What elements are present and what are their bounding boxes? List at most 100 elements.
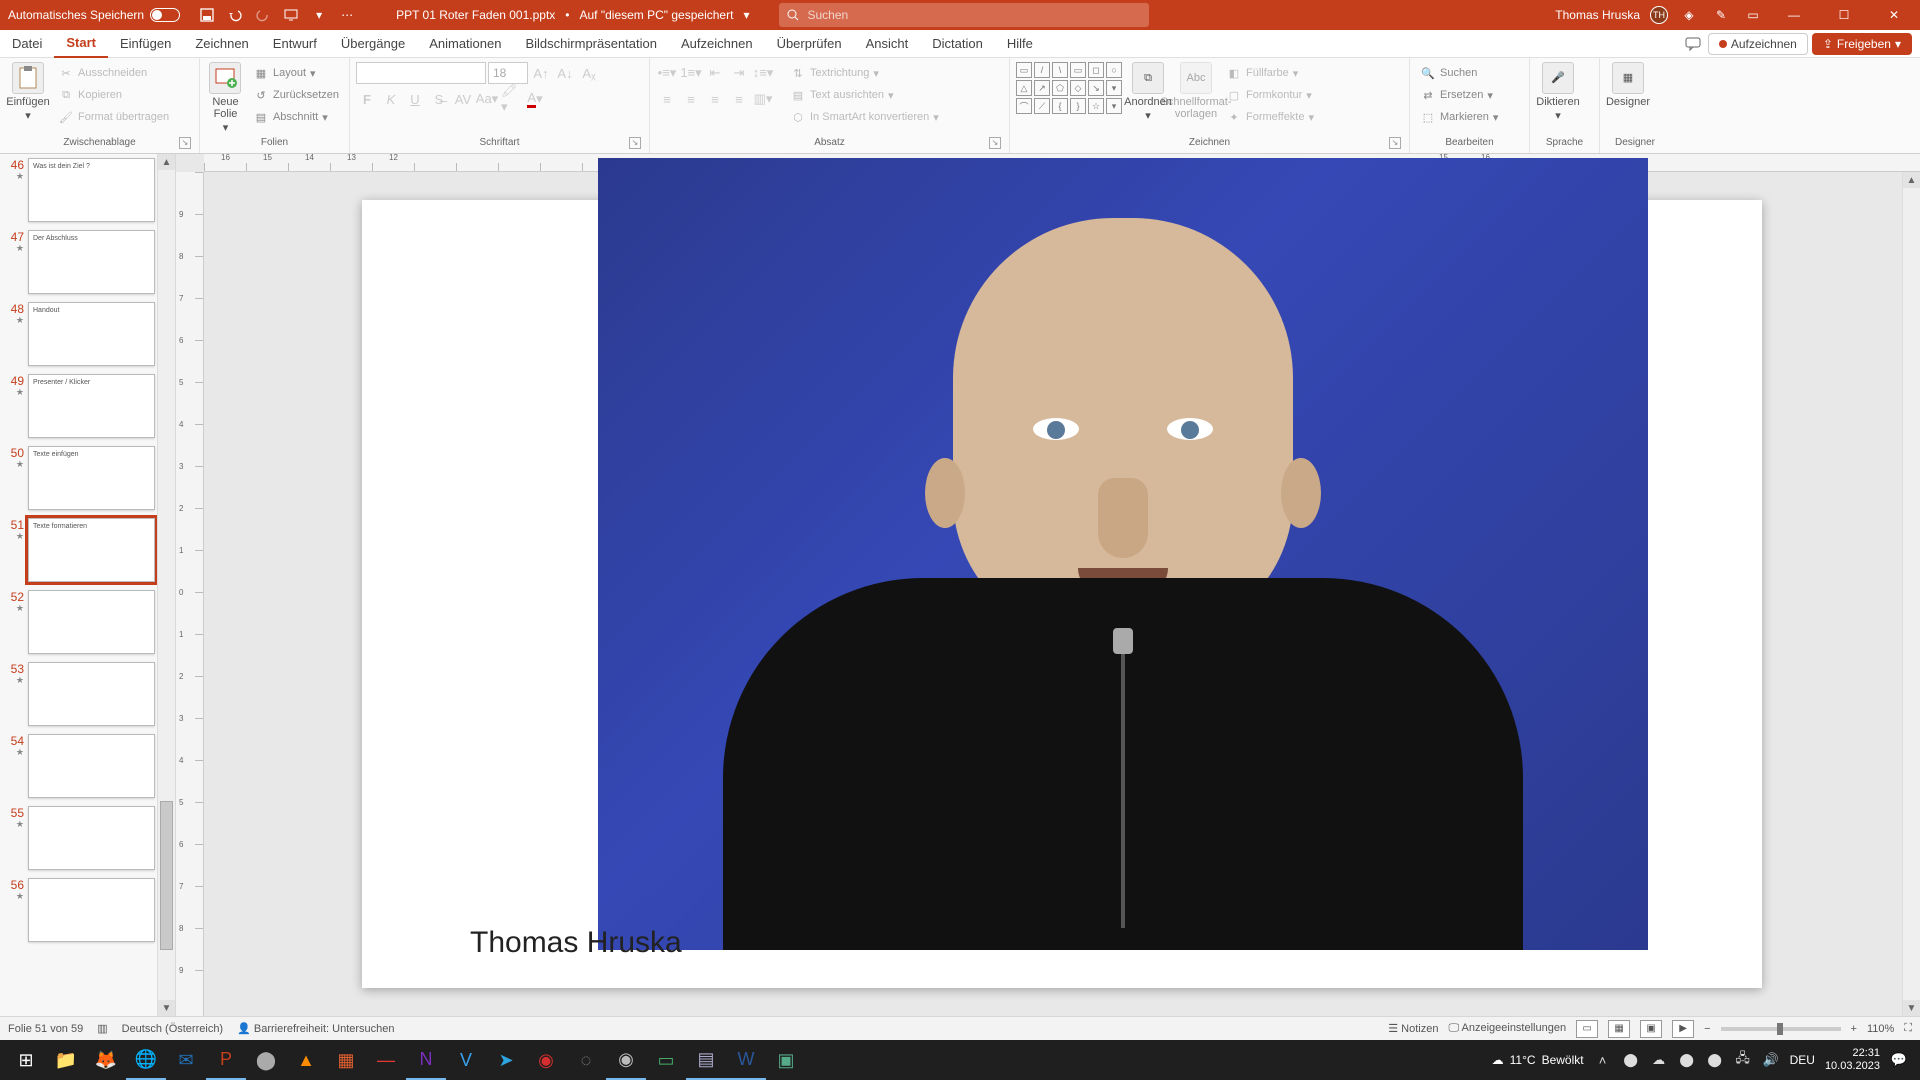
- outline-button[interactable]: ▢Formkontur ▾: [1222, 84, 1318, 106]
- zoom-in-icon[interactable]: +: [1851, 1023, 1857, 1035]
- tab-zeichnen[interactable]: Zeichnen: [183, 30, 260, 58]
- explorer-icon[interactable]: 📁: [46, 1040, 86, 1080]
- tray-icon[interactable]: ⬤: [1706, 1051, 1724, 1069]
- vlc-icon[interactable]: ▲: [286, 1040, 326, 1080]
- word-icon[interactable]: W: [726, 1040, 766, 1080]
- find-button[interactable]: 🔍Suchen: [1416, 62, 1502, 84]
- app-icon[interactable]: V: [446, 1040, 486, 1080]
- app-icon[interactable]: ▭: [646, 1040, 686, 1080]
- reading-view-icon[interactable]: ▣: [1640, 1020, 1662, 1038]
- tab-aufzeichnen[interactable]: Aufzeichnen: [669, 30, 765, 58]
- redo-icon[interactable]: [252, 4, 274, 26]
- scroll-down-icon[interactable]: ▼: [1903, 1000, 1920, 1016]
- slideshow-view-icon[interactable]: ▶: [1672, 1020, 1694, 1038]
- cut-button[interactable]: ✂Ausschneiden: [54, 62, 173, 84]
- comments-icon[interactable]: [1682, 33, 1704, 55]
- diamond-icon[interactable]: ◈: [1678, 4, 1700, 26]
- qat-customize-icon[interactable]: ⋯: [336, 4, 358, 26]
- bullets-icon[interactable]: •≡▾: [656, 62, 678, 84]
- slide[interactable]: Thomas Hruska: [362, 200, 1762, 988]
- format-painter-button[interactable]: 🖌Format übertragen: [54, 106, 173, 128]
- normal-view-icon[interactable]: ▭: [1576, 1020, 1598, 1038]
- zoom-out-icon[interactable]: −: [1704, 1023, 1710, 1035]
- shapes-gallery[interactable]: ▭/\▭◻○ △↗⬠◇↘▾ ⌒⟋{}☆▾: [1016, 62, 1122, 114]
- save-icon[interactable]: [196, 4, 218, 26]
- clock[interactable]: 22:3110.03.2023: [1825, 1047, 1880, 1073]
- record-button[interactable]: Aufzeichnen: [1708, 33, 1808, 55]
- indent-dec-icon[interactable]: ⇤: [704, 62, 726, 84]
- effects-button[interactable]: ✦Formeffekte ▾: [1222, 106, 1318, 128]
- window-layout-icon[interactable]: ▭: [1742, 4, 1764, 26]
- new-slide-button[interactable]: Neue Folie▾: [206, 62, 245, 134]
- thumb-slide-48[interactable]: 48★Handout: [0, 298, 175, 370]
- clear-format-icon[interactable]: Aᵪ: [578, 62, 600, 84]
- thumb-slide-50[interactable]: 50★Texte einfügen: [0, 442, 175, 514]
- scroll-down-icon[interactable]: ▼: [158, 1000, 175, 1016]
- smartart-button[interactable]: ⬡In SmartArt konvertieren ▾: [786, 106, 943, 128]
- font-family-input[interactable]: [356, 62, 486, 84]
- app-icon[interactable]: ◉: [526, 1040, 566, 1080]
- zoom-slider[interactable]: [1721, 1027, 1841, 1031]
- grow-font-icon[interactable]: A↑: [530, 62, 552, 84]
- onenote-icon[interactable]: N: [406, 1040, 446, 1080]
- bold-icon[interactable]: F: [356, 88, 378, 110]
- columns-icon[interactable]: ▥▾: [752, 88, 774, 110]
- sorter-view-icon[interactable]: ▦: [1608, 1020, 1630, 1038]
- fill-button[interactable]: ◧Füllfarbe ▾: [1222, 62, 1318, 84]
- reset-button[interactable]: ↺Zurücksetzen: [249, 84, 343, 106]
- app-icon[interactable]: —: [366, 1040, 406, 1080]
- undo-icon[interactable]: [224, 4, 246, 26]
- dialog-launcher-icon[interactable]: ↘: [1389, 137, 1401, 149]
- thumb-slide-51[interactable]: 51★Texte formatieren: [0, 514, 175, 586]
- zoom-value[interactable]: 110%: [1867, 1023, 1894, 1035]
- chrome-icon[interactable]: 🌐: [126, 1040, 166, 1080]
- start-button[interactable]: ⊞: [6, 1040, 46, 1080]
- user-name[interactable]: Thomas Hruska: [1555, 8, 1640, 22]
- thumb-slide-56[interactable]: 56★: [0, 874, 175, 946]
- thumb-slide-49[interactable]: 49★Presenter / Klicker: [0, 370, 175, 442]
- strike-icon[interactable]: S̶: [428, 88, 450, 110]
- thumbs-scrollbar[interactable]: ▲ ▼: [157, 154, 175, 1016]
- thumb-slide-55[interactable]: 55★: [0, 802, 175, 874]
- dialog-launcher-icon[interactable]: ↘: [179, 137, 191, 149]
- thumb-slide-47[interactable]: 47★Der Abschluss: [0, 226, 175, 298]
- tab-start[interactable]: Start: [54, 30, 108, 58]
- display-settings-button[interactable]: 🖵 Anzeigeeinstellungen: [1448, 1022, 1566, 1035]
- volume-icon[interactable]: 🔊: [1762, 1051, 1780, 1069]
- text-direction-button[interactable]: ⇅Textrichtung ▾: [786, 62, 943, 84]
- avatar[interactable]: TH: [1650, 6, 1668, 24]
- quick-styles-button[interactable]: AbcSchnellformat-vorlagen: [1174, 62, 1218, 120]
- align-center-icon[interactable]: ≡: [680, 88, 702, 110]
- highlight-icon[interactable]: 🖍▾: [500, 88, 522, 110]
- accessibility-status[interactable]: 👤 Barrierefreiheit: Untersuchen: [237, 1022, 394, 1035]
- tab-entwurf[interactable]: Entwurf: [261, 30, 329, 58]
- telegram-icon[interactable]: ➤: [486, 1040, 526, 1080]
- font-color-icon[interactable]: A▾: [524, 88, 546, 110]
- dialog-launcher-icon[interactable]: ↘: [989, 137, 1001, 149]
- slide-position[interactable]: Folie 51 von 59: [8, 1023, 83, 1035]
- app-icon[interactable]: ▤: [686, 1040, 726, 1080]
- align-text-button[interactable]: ▤Text ausrichten ▾: [786, 84, 943, 106]
- copy-button[interactable]: ⧉Kopieren: [54, 84, 173, 106]
- firefox-icon[interactable]: 🦊: [86, 1040, 126, 1080]
- tab-ansicht[interactable]: Ansicht: [854, 30, 921, 58]
- tab-einfuegen[interactable]: Einfügen: [108, 30, 183, 58]
- spacing-icon[interactable]: Aa▾: [476, 88, 498, 110]
- scroll-up-icon[interactable]: ▲: [158, 154, 175, 170]
- tray-icon[interactable]: ⬤: [1622, 1051, 1640, 1069]
- tab-animationen[interactable]: Animationen: [417, 30, 513, 58]
- thumb-slide-46[interactable]: 46★Was ist dein Ziel ?: [0, 154, 175, 226]
- autosave-toggle[interactable]: [150, 8, 180, 22]
- italic-icon[interactable]: K: [380, 88, 402, 110]
- tab-ueberpruefen[interactable]: Überprüfen: [765, 30, 854, 58]
- share-button[interactable]: ⇪Freigeben▾: [1812, 33, 1912, 55]
- dialog-launcher-icon[interactable]: ↘: [629, 137, 641, 149]
- tray-icon[interactable]: ⬤: [1678, 1051, 1696, 1069]
- chevron-down-icon[interactable]: ▾: [743, 8, 749, 22]
- align-right-icon[interactable]: ≡: [704, 88, 726, 110]
- fit-window-icon[interactable]: ⛶: [1904, 1022, 1912, 1035]
- numbering-icon[interactable]: 1≡▾: [680, 62, 702, 84]
- shrink-font-icon[interactable]: A↓: [554, 62, 576, 84]
- keyboard-lang[interactable]: DEU: [1790, 1053, 1815, 1067]
- replace-button[interactable]: ⇄Ersetzen ▾: [1416, 84, 1502, 106]
